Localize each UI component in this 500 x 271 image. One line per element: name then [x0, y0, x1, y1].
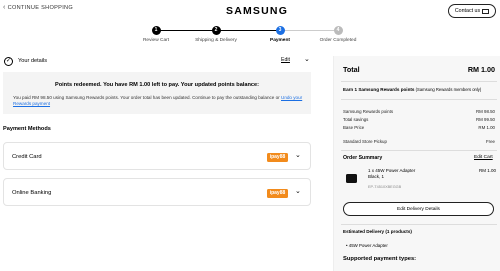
step-order-completed: 4 Order Completed	[298, 26, 378, 43]
step-number: 2	[211, 26, 221, 35]
summary-row-value: Free	[485, 139, 495, 144]
edit-delivery-details-button[interactable]: Edit Delivery Details	[343, 202, 494, 216]
supported-payment-types: Supported payment types:	[343, 256, 417, 262]
contact-us-button[interactable]: Contact us	[448, 4, 496, 18]
product-price: RM 1.00	[479, 168, 497, 173]
summary-row-label: Base Price	[343, 125, 365, 130]
estimated-delivery-title: Estimated Delivery (1 products)	[343, 229, 412, 234]
continue-shopping-label: CONTINUE SHOPPING	[7, 4, 74, 11]
product-sku: EP-T4510XBEGGB	[368, 185, 402, 189]
details-edit-link[interactable]: Edit	[281, 57, 290, 63]
check-icon: ✓	[4, 56, 13, 66]
divider	[341, 81, 497, 82]
payment-methods-title: Payment Methods	[3, 126, 51, 132]
earn-points-note: (Samsung Rewards members only)	[415, 87, 482, 92]
summary-row-label: Standard Store Pickup	[343, 139, 387, 144]
payment-method-credit-card[interactable]: Credit Card ipay88 ⌄	[3, 142, 311, 170]
site-header: ‹ CONTINUE SHOPPING SAMSUNG Contact us	[0, 0, 500, 22]
divider	[341, 224, 497, 225]
summary-row-label: Samsung Rewards points	[343, 109, 394, 114]
product-name: 1 x 45W Power Adapter Black, 1	[368, 168, 415, 180]
chevron-down-icon[interactable]: ⌄	[295, 151, 301, 159]
points-notice-text: You paid RM 98.50 using Samsung Rewards …	[13, 95, 280, 100]
samsung-logo[interactable]: SAMSUNG	[226, 5, 288, 17]
earn-points-label: Earn 1 Samsung Rewards points	[343, 87, 415, 92]
order-summary-title: Order Summary	[343, 155, 383, 161]
mail-icon	[482, 8, 490, 14]
edit-delivery-label: Edit Delivery Details	[397, 206, 440, 212]
product-variant: Black, 1	[368, 174, 385, 179]
your-details-title: Your details	[18, 58, 48, 64]
step-number: 1	[151, 26, 161, 35]
payment-method-online-banking[interactable]: Online Banking ipay88 ⌄	[3, 178, 311, 206]
step-number: 3	[275, 26, 285, 35]
step-label: Order Completed	[319, 38, 357, 43]
points-notice-body: You paid RM 98.50 using Samsung Rewards …	[13, 95, 305, 107]
chevron-down-icon[interactable]: ⌄	[304, 55, 310, 63]
chevron-left-icon: ‹	[3, 4, 6, 11]
points-notice-title: Points redeemed. You have RM 1.00 left t…	[54, 82, 259, 88]
summary-row-value: RM 1.00	[478, 125, 495, 130]
summary-row-label: Total savings	[343, 117, 369, 122]
payment-method-label: Credit Card	[12, 154, 42, 160]
estimated-delivery-item: • 45W Power Adapter	[346, 243, 388, 248]
ipay88-logo: ipay88	[267, 189, 288, 198]
total-value: RM 1.00	[467, 65, 495, 74]
edit-cart-link[interactable]: Edit Cart	[474, 155, 493, 160]
summary-row: Samsung Rewards points RM 98.50	[343, 109, 495, 114]
summary-row-value: RM 98.50	[475, 109, 495, 114]
summary-row: Base Price RM 1.00	[343, 125, 495, 130]
summary-row: Total savings RM 99.50	[343, 117, 495, 122]
step-number: 4	[333, 26, 343, 35]
chevron-down-icon[interactable]: ⌄	[295, 187, 301, 195]
contact-us-label: Contact us	[454, 8, 481, 14]
product-image	[346, 174, 357, 183]
summary-row: Standard Store Pickup Free	[343, 139, 495, 144]
summary-row-value: RM 99.50	[475, 117, 495, 122]
total-row: Total RM 1.00	[343, 65, 495, 74]
ipay88-logo: ipay88	[267, 153, 288, 162]
payment-method-label: Online Banking	[12, 190, 52, 196]
your-details-section[interactable]: ✓ Your details Edit ⌄	[4, 56, 312, 66]
points-notice: Points redeemed. You have RM 1.00 left t…	[3, 72, 311, 114]
divider	[341, 99, 497, 100]
order-summary-panel: Total RM 1.00 Earn 1 Samsung Rewards poi…	[333, 56, 500, 271]
total-label: Total	[343, 65, 360, 74]
earn-points-text: Earn 1 Samsung Rewards points (Samsung R…	[343, 87, 495, 92]
divider	[341, 150, 497, 151]
continue-shopping-link[interactable]: ‹ CONTINUE SHOPPING	[3, 4, 73, 11]
